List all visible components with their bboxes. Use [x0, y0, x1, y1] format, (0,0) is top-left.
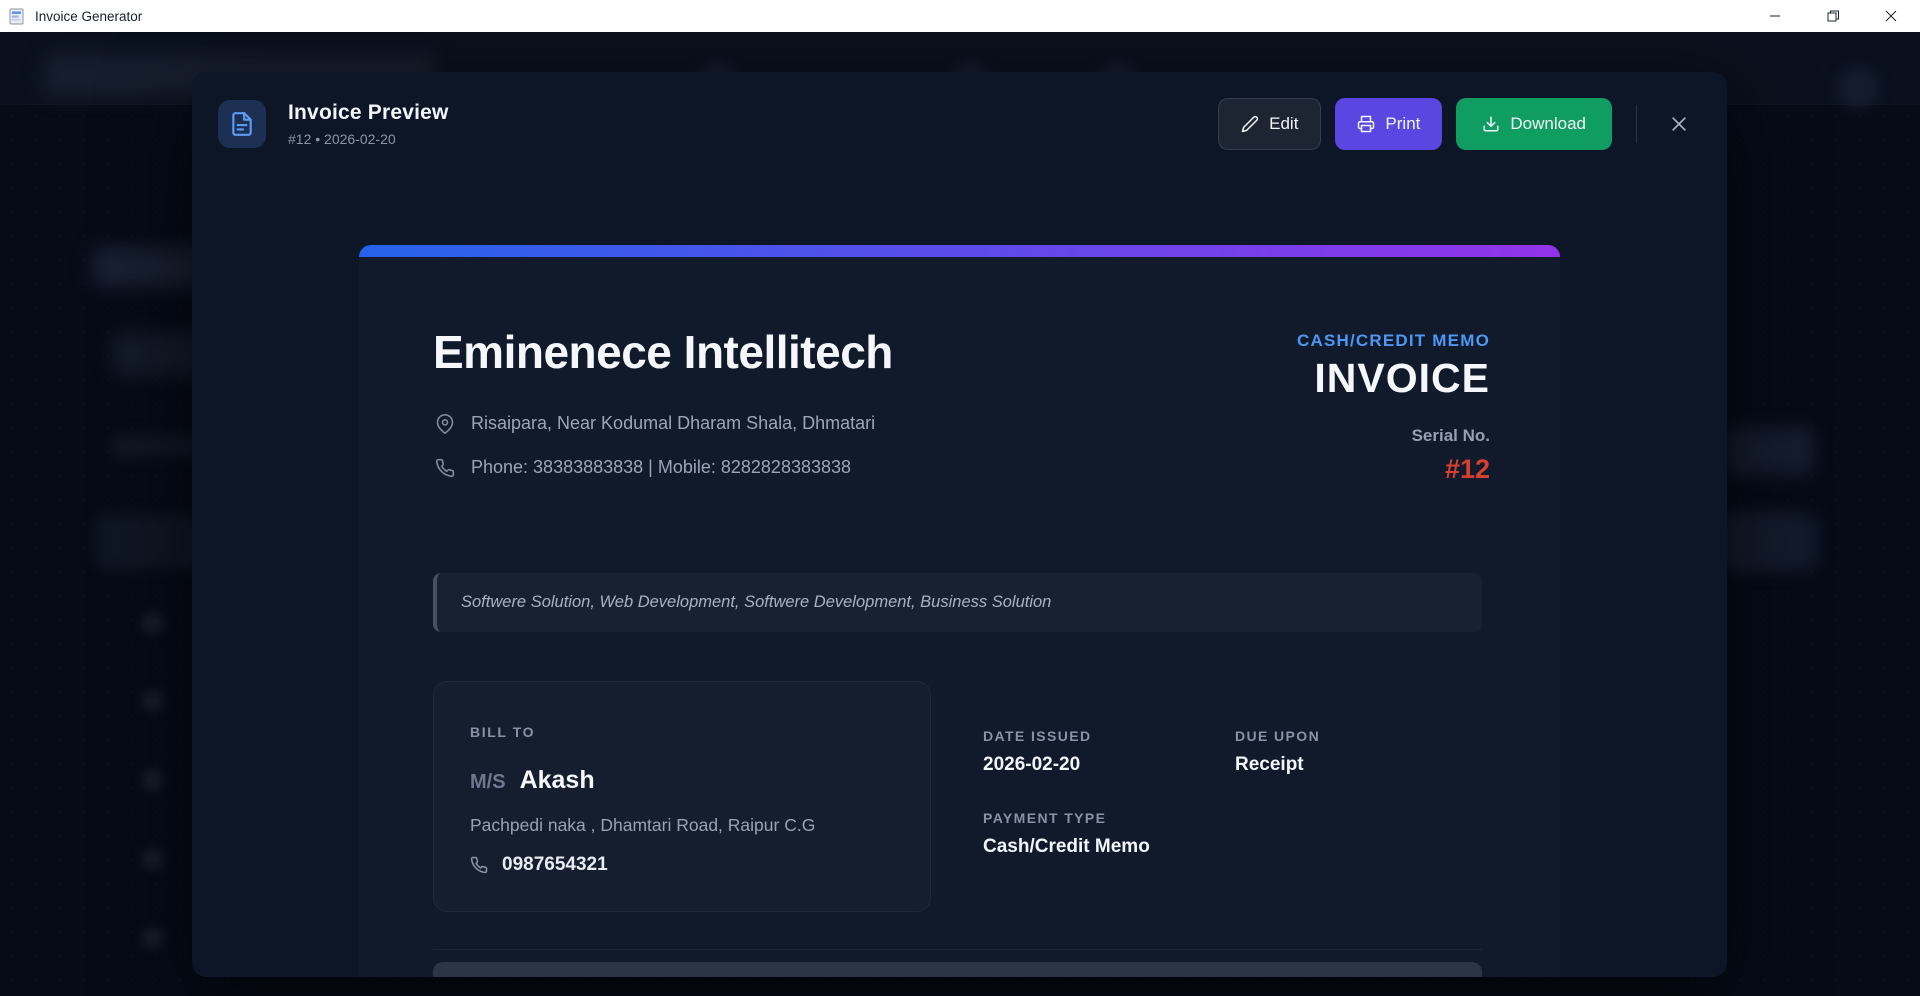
document-type-block: CASH/CREDIT MEMO INVOICE Serial No. #12 [1297, 331, 1490, 485]
company-address-row: Risaipara, Near Kodumal Dharam Shala, Dh… [435, 413, 875, 434]
download-button-label: Download [1510, 114, 1586, 134]
due-upon-value: Receipt [1235, 754, 1320, 776]
date-issued-cell: DATE ISSUED 2026-02-20 [983, 728, 1235, 776]
modal-subtitle: #12 • 2026-02-20 [288, 131, 449, 147]
map-pin-icon [435, 414, 455, 434]
window-title: Invoice Generator [35, 9, 142, 24]
due-upon-label: DUE UPON [1235, 728, 1320, 744]
client-address: Pachpedi naka , Dhamtari Road, Raipur C.… [470, 815, 894, 836]
section-divider [433, 949, 1482, 950]
window-restore-button[interactable] [1804, 0, 1862, 32]
company-contact-row: Phone: 38383883838 | Mobile: 82828283838… [435, 457, 851, 478]
invoice-document-icon [218, 100, 266, 148]
printer-icon [1357, 115, 1375, 133]
payment-type-label: PAYMENT TYPE [983, 810, 1235, 826]
bill-to-name-row: M/S Akash [470, 766, 894, 795]
phone-icon [470, 856, 488, 874]
bill-to-label: BILL TO [470, 724, 894, 740]
memo-label: CASH/CREDIT MEMO [1297, 331, 1490, 351]
print-button-label: Print [1385, 114, 1420, 134]
edit-button-label: Edit [1269, 114, 1298, 134]
gradient-accent-bar [359, 245, 1560, 257]
due-upon-cell: DUE UPON Receipt [1235, 728, 1320, 776]
download-button[interactable]: Download [1456, 98, 1612, 150]
modal-header: Invoice Preview #12 • 2026-02-20 Edit [192, 72, 1727, 174]
modal-title-block: Invoice Preview #12 • 2026-02-20 [288, 101, 449, 147]
company-contact: Phone: 38383883838 | Mobile: 82828283838… [471, 457, 851, 478]
pencil-icon [1241, 115, 1259, 133]
bill-to-card: BILL TO M/S Akash Pachpedi naka , Dhamta… [433, 681, 931, 912]
header-divider [1636, 105, 1637, 143]
items-table-header [433, 962, 1482, 977]
app-background: Invoice Preview #12 • 2026-02-20 Edit [0, 32, 1920, 996]
invoice-preview-modal: Invoice Preview #12 • 2026-02-20 Edit [192, 72, 1727, 977]
tagline-text: Softwere Solution, Web Development, Soft… [461, 593, 1051, 612]
payment-type-value: Cash/Credit Memo [983, 836, 1235, 858]
client-name: Akash [520, 766, 595, 795]
app-icon [9, 7, 27, 25]
window-close-button[interactable] [1862, 0, 1920, 32]
date-issued-value: 2026-02-20 [983, 754, 1235, 776]
window-titlebar: Invoice Generator [0, 0, 1920, 32]
serial-label: Serial No. [1297, 426, 1490, 446]
window-minimize-button[interactable] [1746, 0, 1804, 32]
close-modal-button[interactable] [1659, 104, 1699, 144]
modal-actions: Edit Print [1218, 98, 1699, 150]
invoice-title: INVOICE [1297, 355, 1490, 402]
company-tagline: Softwere Solution, Web Development, Soft… [433, 573, 1482, 632]
window-controls [1746, 0, 1920, 32]
client-phone: 0987654321 [502, 854, 608, 876]
date-issued-label: DATE ISSUED [983, 728, 1235, 744]
invoice-paper: Eminenece Intellitech Risaipara, Near Ko… [359, 245, 1560, 977]
phone-icon [435, 458, 455, 478]
client-phone-row: 0987654321 [470, 854, 894, 876]
company-address: Risaipara, Near Kodumal Dharam Shala, Dh… [471, 413, 875, 434]
company-name: Eminenece Intellitech [433, 325, 893, 379]
edit-button[interactable]: Edit [1218, 98, 1321, 150]
close-icon [1669, 114, 1689, 134]
modal-title: Invoice Preview [288, 101, 449, 125]
client-prefix: M/S [470, 771, 506, 794]
print-button[interactable]: Print [1335, 98, 1442, 150]
payment-type-cell: PAYMENT TYPE Cash/Credit Memo [983, 810, 1235, 858]
download-icon [1482, 115, 1500, 133]
invoice-meta-grid: DATE ISSUED 2026-02-20 DUE UPON Receipt … [983, 728, 1320, 892]
serial-number: #12 [1297, 454, 1490, 485]
